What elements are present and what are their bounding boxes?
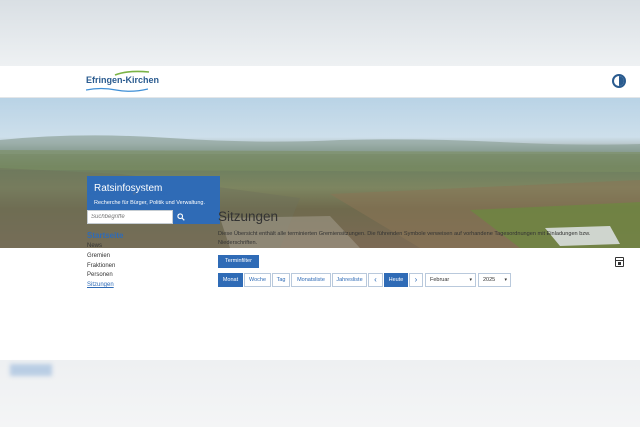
breadcrumb-separator: » <box>133 191 136 197</box>
sidebar-item-gremien[interactable]: Gremien <box>87 252 197 262</box>
next-button[interactable]: › <box>409 273 423 287</box>
sidebar-item-fraktionen[interactable]: Fraktionen <box>87 262 197 272</box>
sidebar-item-personen[interactable]: Personen <box>87 271 197 281</box>
calendar-icon[interactable] <box>615 257 624 267</box>
terminfilter-button[interactable]: Terminfilter <box>218 255 259 268</box>
site-logo[interactable]: Efringen-Kirchen <box>86 70 160 96</box>
page-description: Diese Übersicht enthält alle terminierte… <box>218 231 591 246</box>
search-icon <box>177 213 185 221</box>
half-circle-contrast-icon[interactable] <box>612 74 626 88</box>
sidebar-item-sitzungen[interactable]: Sitzungen <box>87 281 197 291</box>
month-select-value: Februar <box>430 277 450 283</box>
blurred-backdrop-top <box>0 0 640 66</box>
chevron-down-icon: ▾ <box>504 277 507 283</box>
main-content: Sitzungen Diese Übersicht enthält alle t… <box>218 209 628 268</box>
chevron-down-icon: ▾ <box>469 277 472 283</box>
view-button-tag[interactable]: Tag <box>272 273 290 287</box>
breadcrumb-link-sitzungen[interactable]: Sitzungen <box>141 191 168 197</box>
search-button[interactable] <box>173 210 189 224</box>
logo-text: Efringen-Kirchen <box>86 75 160 85</box>
breadcrumb: Ratsinfosystem » Sitzungen <box>87 191 167 197</box>
view-button-monatsliste[interactable]: Monatsliste <box>291 273 331 287</box>
view-button-woche[interactable]: Woche <box>244 273 271 287</box>
view-button-monat[interactable]: Monat <box>218 273 243 287</box>
year-select-value: 2025 <box>483 277 496 283</box>
view-button-jahresliste[interactable]: Jahresliste <box>332 273 367 287</box>
logo-wave-icon <box>86 87 148 92</box>
year-select[interactable]: 2025 ▾ <box>478 273 511 287</box>
blurred-backdrop-bottom <box>0 360 640 427</box>
sidebar-item-news[interactable]: News <box>87 242 197 252</box>
month-select[interactable]: Februar ▾ <box>425 273 476 287</box>
page-title: Sitzungen <box>218 209 279 224</box>
today-button[interactable]: Heute <box>384 273 408 287</box>
sidebar-nav: Startseite News Gremien Fraktionen Perso… <box>87 231 197 291</box>
sidebar-heading-startseite[interactable]: Startseite <box>87 231 197 240</box>
hero-subtitle: Recherche für Bürger, Politik und Verwal… <box>94 200 205 206</box>
breadcrumb-link-ratsinfosystem[interactable]: Ratsinfosystem <box>87 191 128 197</box>
blurred-button-shape <box>10 364 52 376</box>
previous-button[interactable]: ‹ <box>368 273 383 287</box>
search-box <box>87 210 189 224</box>
site-header: Efringen-Kirchen <box>0 66 640 98</box>
search-input[interactable] <box>87 210 173 224</box>
